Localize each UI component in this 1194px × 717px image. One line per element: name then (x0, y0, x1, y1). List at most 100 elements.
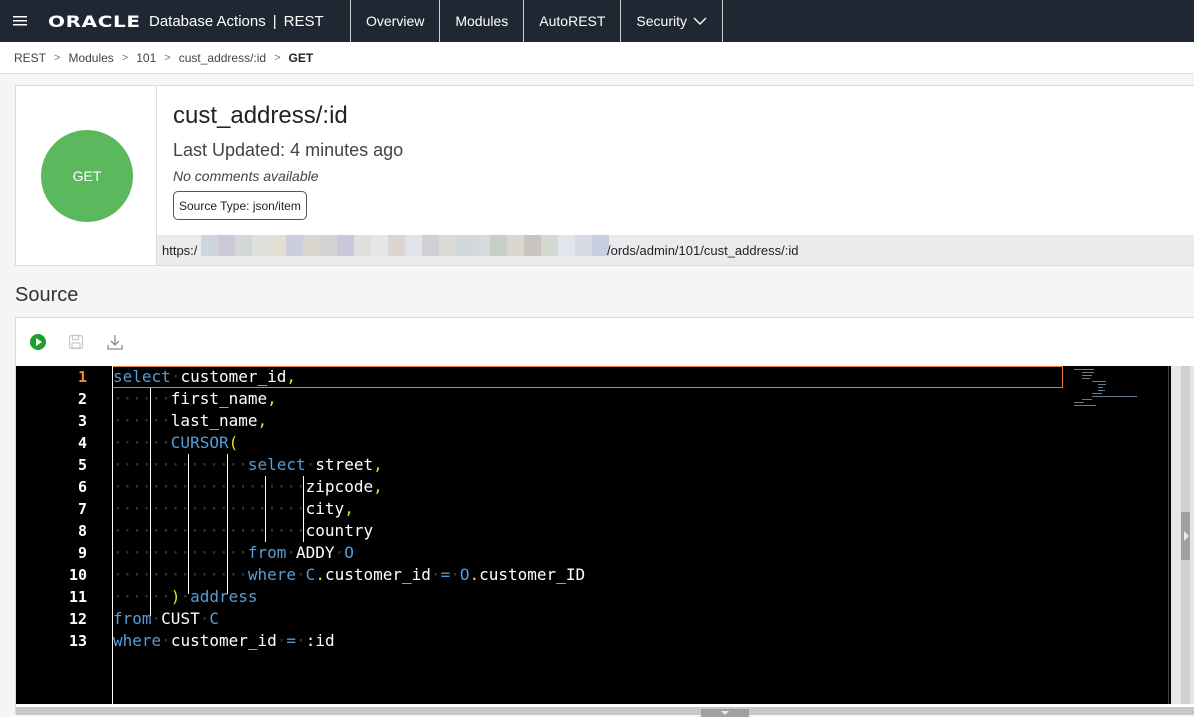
overview-ruler (1168, 366, 1169, 704)
nav-modules-label: Modules (455, 13, 509, 29)
code-content[interactable]: select·customer_id, ······first_name, ····… (112, 366, 1063, 704)
brand[interactable]: ORACLE Database Actions | REST (38, 0, 324, 42)
code-token: customer_id (324, 565, 431, 584)
code-token: from (247, 543, 287, 562)
code-token: select (113, 367, 171, 386)
resize-handle[interactable] (701, 709, 749, 717)
minimap-line (1074, 369, 1094, 370)
nav-overview[interactable]: Overview (351, 0, 441, 42)
code-line: ····················zipcode, (113, 476, 383, 498)
code-token: where (247, 565, 297, 584)
code-token: street (315, 455, 374, 474)
source-title: Source (15, 284, 79, 306)
breadcrumb-template[interactable]: cust_address/:id (179, 51, 266, 65)
breadcrumb-module-101[interactable]: 101 (136, 51, 156, 65)
url-redacted (201, 235, 609, 269)
vertical-scrollbar[interactable] (1171, 366, 1194, 704)
editor-toolbar (16, 318, 1194, 366)
code-token: ) (170, 587, 181, 606)
line-number: 13 (68, 632, 87, 650)
line-number: 7 (77, 500, 87, 518)
whitespace-marker: · (305, 455, 316, 474)
code-token: , (373, 455, 383, 474)
breadcrumb-modules[interactable]: Modules (68, 51, 113, 65)
whitespace-marker: ···················· (113, 477, 306, 496)
whitespace-marker: ······ (113, 587, 171, 606)
endpoint-title: cust_address/:id (173, 102, 348, 129)
url-prefix: https:/ (162, 243, 198, 258)
expand-right-icon[interactable] (1184, 531, 1189, 541)
code-line: ······CURSOR( (113, 432, 238, 454)
breadcrumb-separator: > (274, 51, 281, 64)
minimap-line (1074, 402, 1084, 403)
line-number: 1 (77, 368, 87, 386)
breadcrumb-separator: > (121, 51, 129, 64)
whitespace-marker: ······ (113, 433, 171, 452)
code-token: , (373, 477, 383, 496)
breadcrumb-rest[interactable]: REST (14, 51, 46, 65)
line-number: 5 (77, 456, 87, 474)
code-token: zipcode (305, 477, 374, 496)
minimap-line (1098, 384, 1106, 385)
code-token: select (247, 455, 306, 474)
code-token: CUST (161, 609, 200, 628)
whitespace-marker: ······ (113, 411, 171, 430)
main-nav: Overview Modules AutoREST Security (350, 0, 723, 42)
line-number: 2 (77, 390, 87, 408)
nav-security[interactable]: Security (621, 0, 723, 42)
code-token: = (440, 565, 451, 584)
code-token: address (190, 587, 258, 606)
line-number: 11 (68, 588, 87, 606)
code-line: ··············select·street, (113, 454, 383, 476)
code-token: customer_id (170, 631, 277, 650)
minimap-line (1082, 378, 1090, 379)
code-token: where (113, 631, 162, 650)
code-token: customer_id (180, 367, 287, 386)
oracle-logo: ORACLE (48, 11, 141, 31)
code-line: ··············where·C.customer_id·=·O.cu… (113, 564, 585, 586)
line-number: 6 (77, 478, 87, 496)
whitespace-marker: · (180, 587, 191, 606)
whitespace-marker: ·············· (113, 455, 248, 474)
comments: No comments available (173, 168, 319, 184)
code-token: from (113, 609, 152, 628)
download-icon (107, 335, 123, 350)
minimap[interactable] (1063, 366, 1171, 704)
code-line: ··············from·ADDY·O (113, 542, 354, 564)
breadcrumb-current: GET (288, 50, 314, 65)
line-number-gutter: 1 2 3 4 5 6 7 8 9 10 11 12 13 (16, 366, 112, 704)
code-token: , (267, 389, 277, 408)
download-button[interactable] (105, 332, 125, 352)
minimap-line (1082, 372, 1094, 373)
minimap-line (1092, 381, 1106, 382)
code-line: ······first_name, (113, 388, 277, 410)
code-line: where·customer_id·=·:id (113, 630, 335, 652)
code-token: C (209, 609, 219, 628)
nav-autorest[interactable]: AutoREST (524, 0, 622, 42)
app-separator: | (272, 12, 277, 30)
code-token: O (344, 543, 354, 562)
save-button[interactable] (66, 332, 86, 352)
whitespace-marker: · (450, 565, 460, 584)
code-token: customer_ID (479, 565, 586, 584)
nav-autorest-label: AutoREST (539, 13, 606, 29)
hamburger-icon[interactable] (2, 0, 38, 42)
save-icon (68, 334, 84, 350)
whitespace-marker: · (296, 631, 306, 650)
whitespace-marker: · (286, 543, 297, 562)
code-editor[interactable]: 1 2 3 4 5 6 7 8 9 10 11 12 13 select·customer_id, ···… (16, 366, 1171, 704)
code-token: first_name (170, 389, 268, 408)
minimap-line (1092, 393, 1102, 394)
endpoint-url[interactable]: https:/ /ords/admin/101/cust_address/:id (157, 235, 1194, 265)
chevron-down-icon (693, 17, 707, 25)
run-button[interactable] (28, 332, 48, 352)
whitespace-marker: ·············· (113, 543, 248, 562)
source-editor-panel: 1 2 3 4 5 6 7 8 9 10 11 12 13 select·customer_id, ···… (15, 317, 1194, 717)
code-line: ····················city, (113, 498, 354, 520)
run-icon (30, 334, 46, 350)
whitespace-marker: · (296, 565, 306, 584)
nav-modules[interactable]: Modules (440, 0, 525, 42)
minimap-line (1092, 396, 1137, 397)
code-token: , (257, 411, 268, 430)
method-panel: GET (16, 86, 157, 265)
